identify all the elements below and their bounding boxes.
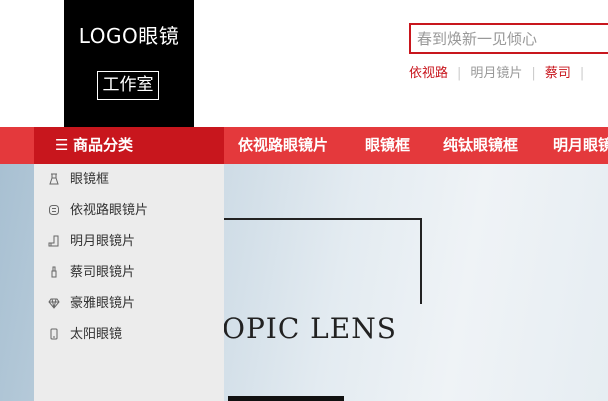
category-item-label: 依视路眼镜片 xyxy=(70,203,149,218)
list-icon: ☰ xyxy=(55,136,69,154)
hot-word-separator: | xyxy=(579,66,585,81)
boot-icon xyxy=(48,235,59,247)
category-item-mingyue[interactable]: 明月眼镜片 xyxy=(34,226,224,257)
hot-words: 依视路 | 明月镜片 | 蔡司 | xyxy=(409,62,593,81)
search-input[interactable] xyxy=(417,29,608,49)
category-item-frames[interactable]: 眼镜框 xyxy=(34,164,224,195)
category-item-label: 太阳眼镜 xyxy=(70,327,123,342)
logo-subtitle: 工作室 xyxy=(97,71,159,100)
glasses-frame-icon xyxy=(49,173,59,185)
category-item-sunglasses[interactable]: 太阳眼镜 xyxy=(34,319,224,350)
search-box[interactable] xyxy=(409,23,608,54)
lipstick-icon xyxy=(51,266,57,278)
category-dropdown: 眼镜框 依视路眼镜片 明月眼镜片 蔡司眼镜片 豪雅眼镜片 太阳眼镜 xyxy=(34,164,224,401)
phone-icon xyxy=(50,328,58,340)
category-item-label: 蔡司眼镜片 xyxy=(70,265,136,280)
hot-word-separator: | xyxy=(457,66,462,81)
hot-word-separator: | xyxy=(531,66,536,81)
lens-icon xyxy=(49,205,59,215)
nav-item-mingyue[interactable]: 明月眼镜 xyxy=(553,127,608,164)
category-item-zeiss[interactable]: 蔡司眼镜片 xyxy=(34,257,224,288)
diamond-icon xyxy=(48,298,60,309)
main-nav: ☰ 商品分类 依视路眼镜片 眼镜框 纯钛眼镜框 明月眼镜 xyxy=(0,127,608,164)
category-item-label: 豪雅眼镜片 xyxy=(70,296,136,311)
category-menu-label: 商品分类 xyxy=(73,136,134,154)
category-item-essilor[interactable]: 依视路眼镜片 xyxy=(34,195,224,226)
category-menu-button[interactable]: ☰ 商品分类 xyxy=(34,127,224,164)
category-item-hoya[interactable]: 豪雅眼镜片 xyxy=(34,288,224,319)
nav-item-frames[interactable]: 眼镜框 xyxy=(365,127,410,164)
logo-title: LOGO眼镜 xyxy=(78,24,180,48)
nav-item-essilor-lens[interactable]: 依视路眼镜片 xyxy=(238,127,328,164)
banner-bar-decoration xyxy=(228,396,344,401)
hot-word-link[interactable]: 依视路 xyxy=(409,66,448,81)
hot-word-link[interactable]: 蔡司 xyxy=(545,66,571,81)
category-item-label: 明月眼镜片 xyxy=(70,234,136,249)
category-item-label: 眼镜框 xyxy=(70,172,110,187)
hot-word-link[interactable]: 明月镜片 xyxy=(470,66,522,81)
banner-text: OPIC LENS xyxy=(222,312,397,345)
nav-item-titanium-frames[interactable]: 纯钛眼镜框 xyxy=(443,127,518,164)
logo[interactable]: LOGO眼镜 工作室 xyxy=(64,0,194,127)
